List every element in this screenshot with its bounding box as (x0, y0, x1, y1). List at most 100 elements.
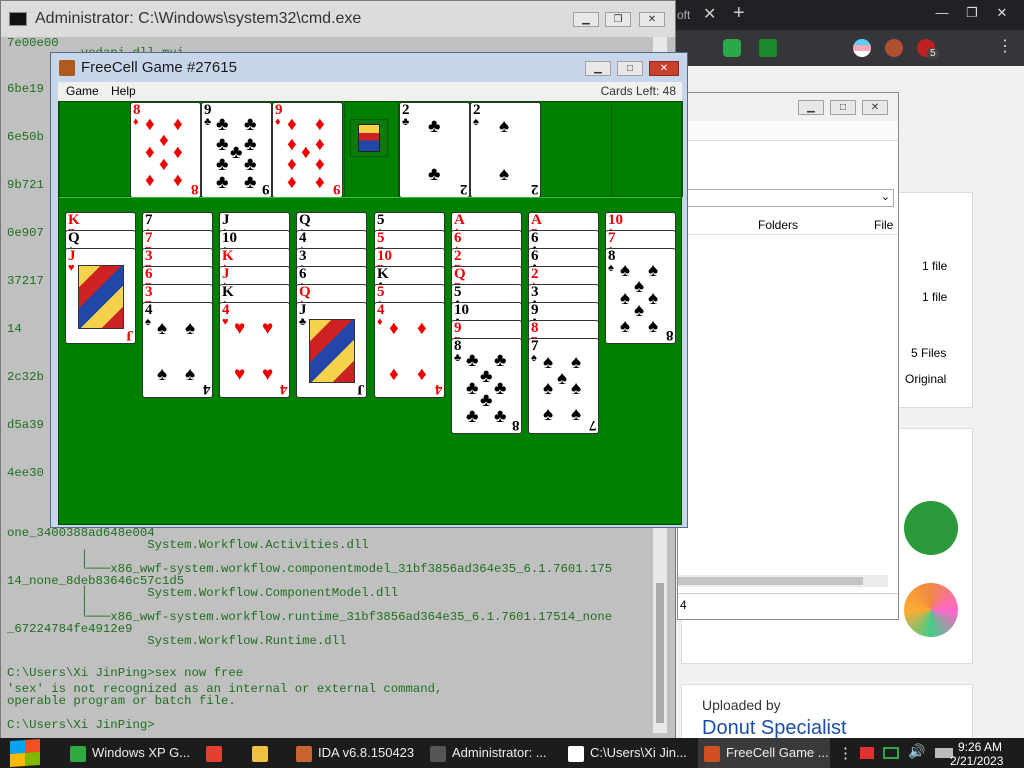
taskbar-item[interactable]: IDA v6.8.150423 (290, 738, 418, 768)
start-button-windows-icon[interactable] (10, 738, 40, 768)
card-suit-icon: ♥ (68, 262, 75, 274)
taskbar-item[interactable]: Administrator: ... (424, 738, 554, 768)
card-rank-bottom: 2 (459, 181, 468, 197)
playing-card[interactable]: J ♥ J (65, 248, 136, 344)
playing-card[interactable]: 7 ♠ ♠ ♠ ♠ ♠ ♠ ♠ ♠ 7 (528, 338, 599, 434)
playing-card[interactable]: 9 ♦ ♦ ♦ ♦ ♦ ♦ ♦ ♦ ♦ ♦ 9 (272, 102, 343, 198)
flag-icon[interactable] (853, 39, 871, 57)
card-pip-icon: ♠ (543, 352, 554, 373)
card-pip-icon: ♥ (234, 364, 246, 385)
card-pip-icon: ♣ (466, 406, 479, 427)
card-pip-icon: ♠ (571, 404, 582, 425)
card-suit-icon: ♣ (402, 116, 410, 128)
freecell-close-button[interactable]: ✕ (649, 61, 679, 76)
card-pip-icon: ♦ (145, 170, 155, 191)
cmd-line: 37217 (7, 274, 44, 288)
tray-menu-icon[interactable]: ⋮ (838, 744, 853, 762)
freecell-title: FreeCell Game #27615 (81, 59, 237, 76)
browser-minimize-button[interactable]: — (925, 4, 959, 22)
cmd-maximize-button[interactable]: ❐ (605, 12, 631, 27)
clock-date[interactable]: 2/21/2023 (950, 754, 1003, 768)
playing-card[interactable]: 4 ♠ ♠ ♠ ♠ ♠ 4 (142, 302, 213, 398)
explorer-close-button[interactable]: ✕ (862, 100, 888, 115)
card-rank-bottom: 9 (261, 181, 270, 197)
chevron-down-icon[interactable]: ⌄ (881, 190, 890, 203)
tray-flag-icon[interactable] (860, 747, 874, 759)
browser-close-button[interactable]: ✕ (985, 4, 1019, 22)
card-suit-icon: ♠ (473, 116, 479, 128)
profile-avatar-icon[interactable] (885, 39, 903, 57)
card-pip-icon: ♠ (499, 164, 510, 185)
card-pip-icon: ♥ (234, 318, 246, 339)
tray-volume-icon[interactable]: 🔊 (908, 743, 925, 760)
home-cell-slot[interactable] (611, 101, 683, 197)
playing-card[interactable]: 8 ♠ ♠ ♠ ♠ ♠ ♠ ♠ ♠ ♠ 8 (605, 248, 676, 344)
browser-toolbar: 5 ⋮ (675, 30, 1024, 66)
extension-shield-icon[interactable] (759, 39, 777, 57)
game-table[interactable]: 8 ♦ ♦ ♦ ♦ ♦ ♦ ♦ ♦ ♦ 8 9 ♣ ♣ ♣ ♣ ♣ ♣ ♣ ♣ ♣ ♣ 9 9 ♦ ♦ ♦ ♦ ♦ ♦ ♦ ♦ ♦ ♦ 9 2 ♣ ♣ ♣… (58, 101, 683, 525)
card-pip-icon: ♠ (620, 316, 631, 337)
cmd-close-button[interactable]: ✕ (639, 12, 665, 27)
taskbar-item[interactable]: C:\Users\Xi Jin... (562, 738, 692, 768)
cmd-line: 6e50b (7, 130, 44, 144)
extension-chat-icon[interactable] (723, 39, 741, 57)
taskbar-item[interactable] (200, 738, 240, 768)
card-pip-icon: ♣ (216, 172, 229, 193)
playing-card[interactable]: 8 ♣ ♣ ♣ ♣ ♣ ♣ ♣ ♣ ♣ 8 (451, 338, 522, 434)
card-pip-icon: ♥ (262, 364, 274, 385)
card-rank-bottom: 4 (202, 381, 211, 397)
taskbar-item[interactable]: Windows XP G... (64, 738, 196, 768)
hscroll-thumb[interactable] (678, 577, 863, 585)
explorer-hscroll[interactable] (678, 575, 888, 587)
card-suit-icon: ♠ (531, 352, 537, 364)
court-card-art-icon (78, 265, 124, 329)
court-card-art-icon (309, 319, 355, 383)
explorer-window: ▁ □ ✕ ⌄ Folders File 4 (677, 92, 899, 620)
menu-help[interactable]: Help (111, 84, 136, 98)
card-pip-icon: ♥ (262, 318, 274, 339)
playing-card[interactable]: 8 ♦ ♦ ♦ ♦ ♦ ♦ ♦ ♦ ♦ 8 (130, 102, 201, 198)
browser-maximize-button[interactable]: ❐ (955, 4, 989, 22)
card-suit-icon: ♥ (222, 316, 229, 328)
freecell-minimize-button[interactable]: ▁ (585, 61, 611, 76)
cmd-minimize-button[interactable]: ▁ (573, 12, 599, 27)
card-pip-icon: ♦ (287, 114, 297, 135)
column-files[interactable]: File (874, 218, 893, 232)
uploader-link[interactable]: Donut Specialist (702, 717, 847, 740)
cmd-line: C:\Users\Xi JinPing>sex now free (7, 666, 244, 680)
clock-time[interactable]: 9:26 AM (958, 740, 1002, 754)
taskbar-item[interactable] (246, 738, 286, 768)
playing-card[interactable]: J ♣ J (296, 302, 367, 398)
card-pip-icon: ♦ (173, 142, 183, 163)
explorer-maximize-button[interactable]: □ (830, 100, 856, 115)
playing-card[interactable]: 2 ♣ ♣ ♣ 2 (399, 102, 470, 198)
home-cell-slot[interactable] (540, 101, 612, 197)
column-folders[interactable]: Folders (758, 218, 798, 232)
explorer-address-combo[interactable]: ⌄ (678, 189, 894, 207)
taskbar-item[interactable]: FreeCell Game ... (698, 738, 830, 768)
cmd-line: C:\Users\Xi JinPing> (7, 718, 155, 732)
cmd-line: System.Workflow.Runtime.dll (7, 634, 347, 648)
card-rank-bottom: 4 (279, 381, 288, 397)
tab-fragment[interactable]: oft (677, 8, 690, 22)
playing-card[interactable]: 2 ♠ ♠ ♠ 2 (470, 102, 541, 198)
cmd-title: Administrator: C:\Windows\system32\cmd.e… (35, 10, 362, 27)
king-icon[interactable] (350, 119, 388, 157)
card-suit-icon: ♣ (204, 116, 212, 128)
playing-card[interactable]: 4 ♥ ♥ ♥ ♥ ♥ 4 (219, 302, 290, 398)
explorer-minimize-button[interactable]: ▁ (798, 100, 824, 115)
file-count-2: 1 file (922, 290, 948, 304)
menu-game[interactable]: Game (66, 84, 99, 98)
free-cell-slot[interactable] (59, 101, 131, 197)
card-pip-icon: ♠ (543, 378, 554, 399)
playing-card[interactable]: 4 ♦ ♦ ♦ ♦ ♦ 4 (374, 302, 445, 398)
freecell-maximize-button[interactable]: □ (617, 61, 643, 76)
close-tab-icon[interactable]: ✕ (703, 4, 716, 24)
browser-menu-icon[interactable]: ⋮ (997, 36, 1013, 56)
cmd-scroll-thumb[interactable] (656, 583, 664, 723)
tray-network-icon[interactable] (883, 747, 899, 759)
card-pip-icon: ♣ (480, 366, 493, 387)
card-pip-icon: ♠ (157, 318, 168, 339)
new-tab-button[interactable]: + (733, 2, 745, 25)
playing-card[interactable]: 9 ♣ ♣ ♣ ♣ ♣ ♣ ♣ ♣ ♣ ♣ 9 (201, 102, 272, 198)
